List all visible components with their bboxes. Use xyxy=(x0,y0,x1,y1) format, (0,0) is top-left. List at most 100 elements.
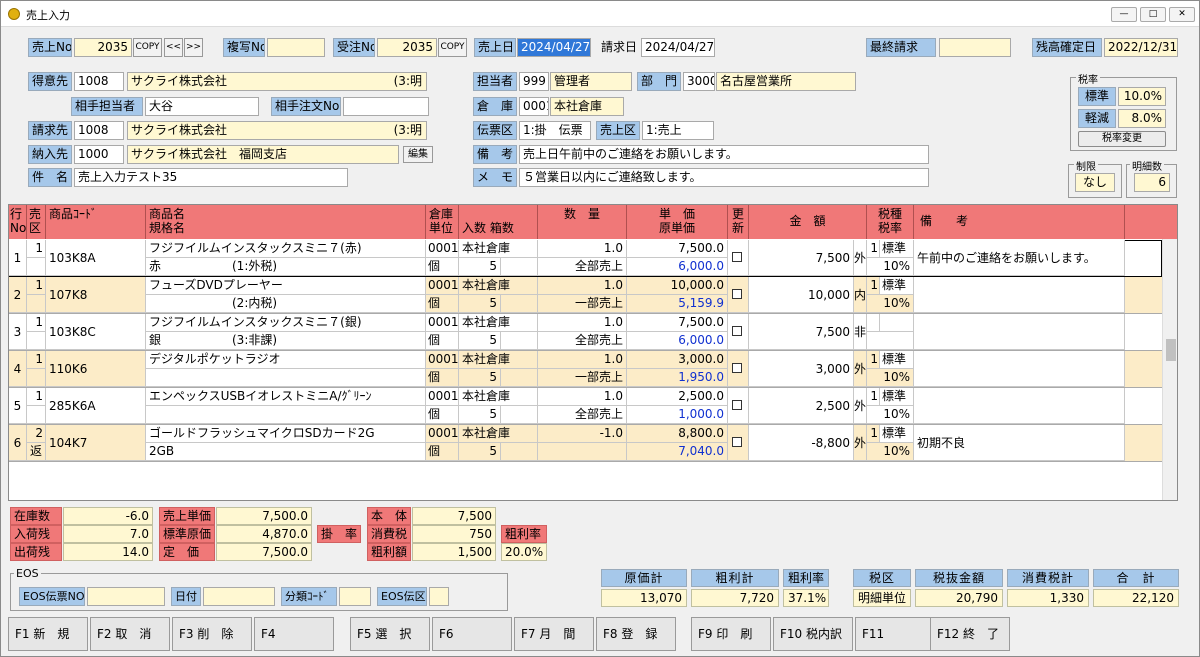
unit-price-cell[interactable]: 3,000.0 xyxy=(627,351,728,369)
prev-button[interactable]: << xyxy=(164,38,183,57)
tax-rate-cell[interactable]: 10% xyxy=(867,443,914,461)
tax-rate-cell[interactable]: 10% xyxy=(867,295,914,313)
copy-order-button[interactable]: COPY xyxy=(438,38,467,57)
spec-cell[interactable]: (2:内税) xyxy=(146,295,426,313)
soko-name-field[interactable]: 本社倉庫 xyxy=(550,97,624,116)
close-button[interactable]: ✕ xyxy=(1169,7,1195,22)
ship-status-cell[interactable]: 一部売上 xyxy=(538,369,627,387)
tax-mode-cell[interactable]: 外 xyxy=(854,351,867,387)
copy-button[interactable]: COPY xyxy=(133,38,162,57)
amount-cell[interactable]: 7,500 xyxy=(749,240,854,276)
seikyu-code-field[interactable]: 1008 xyxy=(74,121,124,140)
hakosu-cell[interactable] xyxy=(501,443,538,461)
tanto-name-field[interactable]: 管理者 xyxy=(550,72,632,91)
soko-name-cell[interactable]: 本社倉庫 xyxy=(459,240,538,258)
f1-new-button[interactable]: F1 新 規 xyxy=(8,617,88,651)
hakosu-cell[interactable] xyxy=(501,332,538,350)
product-name-cell[interactable]: フューズDVDプレーヤー xyxy=(146,277,426,295)
tax-no-cell[interactable]: 1 xyxy=(867,388,880,406)
sales-no-field[interactable]: 2035 xyxy=(74,38,132,57)
cost-price-cell[interactable]: 1,950.0 xyxy=(627,369,728,387)
henpin-cell[interactable] xyxy=(27,258,46,276)
soko-code-cell[interactable]: 0001 xyxy=(426,277,459,295)
po-field[interactable] xyxy=(343,97,429,116)
denpyo-field[interactable]: 1:掛 伝票 xyxy=(519,121,591,140)
contact-field[interactable]: 大谷 xyxy=(145,97,259,116)
last-bill-field[interactable] xyxy=(939,38,1011,57)
eos-bunrui-field[interactable] xyxy=(339,587,371,606)
ship-status-cell[interactable]: 一部売上 xyxy=(538,295,627,313)
f6-button[interactable]: F6 xyxy=(432,617,512,651)
limit-field[interactable]: なし xyxy=(1075,173,1115,192)
tax-type-cell[interactable]: 標準 xyxy=(880,425,914,443)
unit-cell[interactable]: 個 xyxy=(426,258,459,276)
product-code-cell[interactable]: 104K7 xyxy=(46,425,146,461)
quantity-cell[interactable]: 1.0 xyxy=(538,351,627,369)
update-checkbox[interactable] xyxy=(732,363,742,373)
soko-code-field[interactable]: 0001 xyxy=(519,97,549,116)
cost-price-cell[interactable]: 7,040.0 xyxy=(627,443,728,461)
biko-cell[interactable] xyxy=(914,314,1125,350)
balance-date-field[interactable]: 2022/12/31 xyxy=(1104,38,1178,57)
tax-type-cell[interactable]: 標準 xyxy=(880,388,914,406)
biko-cell[interactable] xyxy=(914,351,1125,387)
hakosu-cell[interactable] xyxy=(501,406,538,424)
subject-field[interactable]: 売上入力テスト35 xyxy=(74,168,348,187)
hakosu-cell[interactable] xyxy=(501,258,538,276)
tokuisaki-code-field[interactable]: 1008 xyxy=(74,72,124,91)
biko-cell[interactable]: 初期不良 xyxy=(914,425,1125,461)
irisu-cell[interactable]: 5 xyxy=(459,443,501,461)
line-no-cell[interactable]: 5 xyxy=(9,388,27,424)
edit-button[interactable]: 編集 xyxy=(403,146,433,163)
line-no-cell[interactable]: 4 xyxy=(9,351,27,387)
maximize-button[interactable]: □ xyxy=(1140,7,1166,22)
product-code-cell[interactable]: 110K6 xyxy=(46,351,146,387)
uriage-kubun-field[interactable]: 1:売上 xyxy=(642,121,714,140)
biko-cell[interactable] xyxy=(914,388,1125,424)
next-button[interactable]: >> xyxy=(184,38,203,57)
unit-cell[interactable]: 個 xyxy=(426,443,459,461)
henpin-cell[interactable] xyxy=(27,295,46,313)
unit-price-cell[interactable]: 7,500.0 xyxy=(627,240,728,258)
tax-no-cell[interactable]: 1 xyxy=(867,425,880,443)
standard-rate-field[interactable]: 10.0% xyxy=(1118,87,1166,106)
tax-change-button[interactable]: 税率変更 xyxy=(1078,131,1166,147)
memo-field[interactable]: ５営業日以内にご連絡致します。 xyxy=(519,168,929,187)
product-code-cell[interactable]: 103K8C xyxy=(46,314,146,350)
cost-price-cell[interactable]: 5,159.9 xyxy=(627,295,728,313)
f10-tax-detail-button[interactable]: F10 税内訳 xyxy=(773,617,853,651)
f8-register-button[interactable]: F8 登 録 xyxy=(596,617,676,651)
eos-denku-field[interactable] xyxy=(429,587,449,606)
tax-no-cell[interactable] xyxy=(867,314,880,332)
line-no-cell[interactable]: 3 xyxy=(9,314,27,350)
soko-code-cell[interactable]: 0001 xyxy=(426,388,459,406)
soko-name-cell[interactable]: 本社倉庫 xyxy=(459,277,538,295)
soko-name-cell[interactable]: 本社倉庫 xyxy=(459,314,538,332)
irisu-cell[interactable]: 5 xyxy=(459,295,501,313)
update-checkbox[interactable] xyxy=(732,326,742,336)
f2-cancel-button[interactable]: F2 取 消 xyxy=(90,617,170,651)
ship-status-cell[interactable]: 全部売上 xyxy=(538,332,627,350)
biko-field[interactable]: 売上日午前中のご連絡をお願いします。 xyxy=(519,145,929,164)
f9-print-button[interactable]: F9 印 刷 xyxy=(691,617,771,651)
irisu-cell[interactable]: 5 xyxy=(459,369,501,387)
tax-mode-cell[interactable]: 非 xyxy=(854,314,867,350)
quantity-cell[interactable]: 1.0 xyxy=(538,277,627,295)
kubun-cell[interactable]: 1 xyxy=(27,314,46,332)
order-no-field[interactable]: 2035 xyxy=(377,38,437,57)
tax-no-cell[interactable]: 1 xyxy=(867,351,880,369)
line-no-cell[interactable]: 1 xyxy=(9,240,27,276)
f4-button[interactable]: F4 xyxy=(254,617,334,651)
tax-type-cell[interactable]: 標準 xyxy=(880,277,914,295)
cost-price-cell[interactable]: 1,000.0 xyxy=(627,406,728,424)
bumon-code-field[interactable]: 3000 xyxy=(683,72,715,91)
update-checkbox[interactable] xyxy=(732,437,742,447)
update-cell[interactable] xyxy=(728,314,749,350)
tax-rate-cell[interactable]: 10% xyxy=(867,258,914,276)
unit-cell[interactable]: 個 xyxy=(426,332,459,350)
irisu-cell[interactable]: 5 xyxy=(459,406,501,424)
eos-date-field[interactable] xyxy=(203,587,275,606)
product-name-cell[interactable]: フジフイルムインスタックスミニ７(銀) xyxy=(146,314,426,332)
biko-cell[interactable]: 午前中のご連絡をお願いします。 xyxy=(914,240,1125,276)
update-checkbox[interactable] xyxy=(732,400,742,410)
